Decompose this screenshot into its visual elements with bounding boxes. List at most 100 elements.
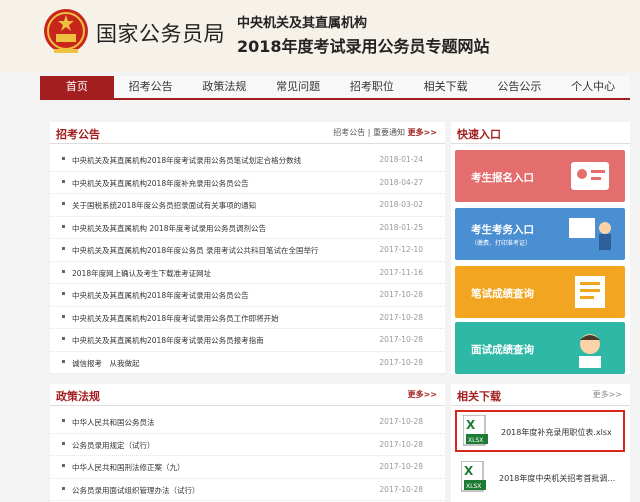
- bullet-icon: [62, 157, 65, 160]
- list-item[interactable]: 中央机关及其直属机构2018年度补充录用公务员公告 2018-04-27: [50, 172, 445, 194]
- nav-home[interactable]: 首页: [40, 76, 114, 98]
- downloads-header: 相关下载 更多>>: [451, 384, 630, 406]
- xlsx-file-icon: X XLSX: [461, 461, 486, 492]
- bullet-icon: [62, 419, 65, 422]
- svg-text:XLSX: XLSX: [466, 483, 481, 490]
- announcements-list: 中央机关及其直属机构2018年度考试录用公务员笔试划定合格分数线 2018-01-…: [50, 144, 445, 374]
- list-item[interactable]: 中央机关及其直属机构 2018年度考试录用公务员调剂公告 2018-01-25: [50, 217, 445, 239]
- policies-list: 中华人民共和国公务员法 2017-10-28 公务员录用规定（试行） 2017-10…: [50, 406, 445, 501]
- nav-faq[interactable]: 常见问题: [261, 76, 335, 98]
- item-title[interactable]: 诚信报考 从我做起: [72, 358, 382, 369]
- svg-text:X: X: [464, 464, 474, 478]
- nav-policies[interactable]: 政策法规: [188, 76, 262, 98]
- policies-header: 政策法规 更多>>: [50, 384, 445, 406]
- list-item[interactable]: 中华人民共和国刑法修正案（九） 2017-10-28: [50, 456, 445, 479]
- id-card-icon: [571, 162, 609, 190]
- more-announcements-link[interactable]: 招考公告: [333, 128, 365, 137]
- list-item[interactable]: 中央机关及其直属机构2018年度考试录用公务员报考指南 2017-10-28: [50, 329, 445, 352]
- nav-announcements[interactable]: 招考公告: [114, 76, 188, 98]
- svg-text:XLSX: XLSX: [468, 437, 483, 444]
- scorecard-icon: [575, 276, 605, 308]
- item-date: 2017-10-28: [379, 439, 423, 449]
- download-filename[interactable]: 2018年度补充录用职位表.xlsx: [501, 427, 621, 438]
- announcements-header: 招考公告 招考公告 | 重要通知 更多>>: [50, 122, 445, 144]
- exam-affairs-button[interactable]: 考生考务入口 （缴费、打印准考证）: [455, 208, 625, 260]
- list-item[interactable]: 中华人民共和国公务员法 2017-10-28: [50, 411, 445, 434]
- item-title[interactable]: 中华人民共和国刑法修正案（九）: [72, 462, 382, 473]
- bullet-icon: [62, 441, 65, 445]
- item-date: 2017-10-28: [379, 462, 423, 471]
- bullet-icon: [62, 314, 65, 318]
- item-title[interactable]: 中央机关及其直属机构2018年度补充录用公务员公告: [72, 178, 382, 189]
- written-score-button[interactable]: 笔试成绩查询: [455, 266, 625, 318]
- announcements-more-link[interactable]: 更多>>: [408, 128, 437, 137]
- item-title[interactable]: 中央机关及其直属机构2018年度考试录用公务员工作即将开始: [72, 313, 382, 324]
- interview-score-button[interactable]: 面试成绩查询: [455, 322, 625, 374]
- item-title[interactable]: 中央机关及其直属机构2018年度考试录用公务员笔试划定合格分数线: [72, 155, 382, 166]
- list-item[interactable]: 中央机关及其直属机构2018年度考试录用公务员工作即将开始 2017-10-28: [50, 307, 445, 329]
- bullet-icon: [62, 269, 65, 273]
- downloads-title: 相关下载: [457, 390, 501, 403]
- item-date: 2017-11-16: [379, 267, 423, 277]
- item-title[interactable]: 关于国税系统2018年度公务员招录面试有关事项的通知: [72, 200, 382, 211]
- download-filename[interactable]: 2018年度中央机关招考首批调…: [499, 473, 619, 484]
- item-date: 2018-03-02: [379, 200, 423, 209]
- item-date: 2017-10-28: [379, 357, 423, 367]
- list-item[interactable]: 关于国税系统2018年度公务员招录面试有关事项的通知 2018-03-02: [50, 194, 445, 217]
- national-emblem-icon: [44, 9, 88, 53]
- list-item[interactable]: 中央机关及其直属机构2018年度公务员 录用考试公共科目笔试在全国举行 2017-…: [50, 239, 445, 262]
- item-title[interactable]: 中央机关及其直属机构 2018年度考试录用公务员调剂公告: [72, 223, 382, 234]
- download-item[interactable]: X XLSX 2018年度中央机关招考首批调…: [455, 458, 625, 500]
- announcements-more-links: 招考公告 | 重要通知 更多>>: [333, 127, 437, 138]
- quick-sublabel: （缴费、打印准考证）: [471, 240, 532, 247]
- quick-label: 面试成绩查询: [471, 344, 534, 356]
- quick-label: 笔试成绩查询: [471, 288, 534, 300]
- list-item[interactable]: 中央机关及其直属机构2018年度考试录用公务员笔试划定合格分数线 2018-01-…: [50, 149, 445, 172]
- quick-label: 考生报名入口: [471, 172, 534, 184]
- list-item[interactable]: 2018年度网上确认及考生下载准考证网址 2017-11-16: [50, 262, 445, 284]
- item-date: 2017-10-28: [379, 417, 423, 426]
- teacher-icon: [569, 218, 611, 250]
- nav-personal-center[interactable]: 个人中心: [556, 76, 630, 98]
- list-item[interactable]: 中央机关及其直属机构2018年度考试录用公务员公告 2017-10-28: [50, 284, 445, 307]
- item-date: 2017-12-10: [379, 245, 423, 254]
- quick-label: 考生考务入口: [471, 224, 534, 236]
- bullet-icon: [62, 292, 65, 295]
- item-title[interactable]: 公务员录用规定（试行）: [72, 440, 382, 451]
- policies-more-link[interactable]: 更多>>: [408, 389, 437, 400]
- main-nav: 首页 招考公告 政策法规 常见问题 招考职位 相关下载 公告公示 个人中心: [40, 76, 630, 100]
- item-title[interactable]: 2018年度网上确认及考生下载准考证网址: [72, 268, 382, 279]
- item-title[interactable]: 中央机关及其直属机构2018年度公务员 录用考试公共科目笔试在全国举行: [72, 245, 382, 256]
- list-item[interactable]: 公务员录用规定（试行） 2017-10-28: [50, 434, 445, 456]
- item-date: 2018-04-27: [379, 177, 423, 187]
- quick-entry-title: 快速入口: [457, 128, 501, 141]
- bullet-icon: [62, 247, 65, 250]
- bullet-icon: [62, 179, 65, 183]
- important-notices-link[interactable]: 重要通知: [373, 128, 405, 137]
- announcements-panel: 招考公告 招考公告 | 重要通知 更多>> 中央机关及其直属机构2018年度考试…: [50, 122, 445, 374]
- site-header: 国家公务员局 中央机关及其直属机构 2018年度考试录用公务员专题网站: [0, 0, 640, 72]
- nav-notices[interactable]: 公告公示: [483, 76, 557, 98]
- item-title[interactable]: 中华人民共和国公务员法: [72, 417, 382, 428]
- list-item[interactable]: 诚信报考 从我做起 2017-10-28: [50, 352, 445, 374]
- bullet-icon: [62, 224, 65, 228]
- download-item[interactable]: X XLSX 2018年度补充录用职位表.xlsx: [455, 410, 625, 452]
- candidate-registration-button[interactable]: 考生报名入口: [455, 150, 625, 202]
- item-date: 2018-01-25: [379, 222, 423, 232]
- item-date: 2018-01-24: [379, 155, 423, 164]
- item-title[interactable]: 公务员录用面试组织管理办法（试行）: [72, 485, 382, 496]
- more-separator: |: [365, 128, 374, 137]
- bullet-icon: [62, 202, 65, 205]
- item-title[interactable]: 中央机关及其直属机构2018年度考试录用公务员公告: [72, 290, 382, 301]
- site-brand[interactable]: 国家公务员局: [96, 18, 225, 48]
- list-item[interactable]: 公务员录用面试组织管理办法（试行） 2017-10-28: [50, 479, 445, 501]
- quick-entry-header: 快速入口: [451, 122, 630, 144]
- nav-positions[interactable]: 招考职位: [335, 76, 409, 98]
- site-title: 2018年度考试录用公务员专题网站: [237, 37, 490, 56]
- bullet-icon: [62, 486, 65, 490]
- nav-downloads[interactable]: 相关下载: [409, 76, 483, 98]
- site-subtitle: 中央机关及其直属机构: [237, 16, 368, 31]
- downloads-more-link[interactable]: 更多>>: [593, 389, 622, 400]
- xlsx-file-icon: X XLSX: [463, 415, 488, 446]
- item-title[interactable]: 中央机关及其直属机构2018年度考试录用公务员报考指南: [72, 335, 382, 346]
